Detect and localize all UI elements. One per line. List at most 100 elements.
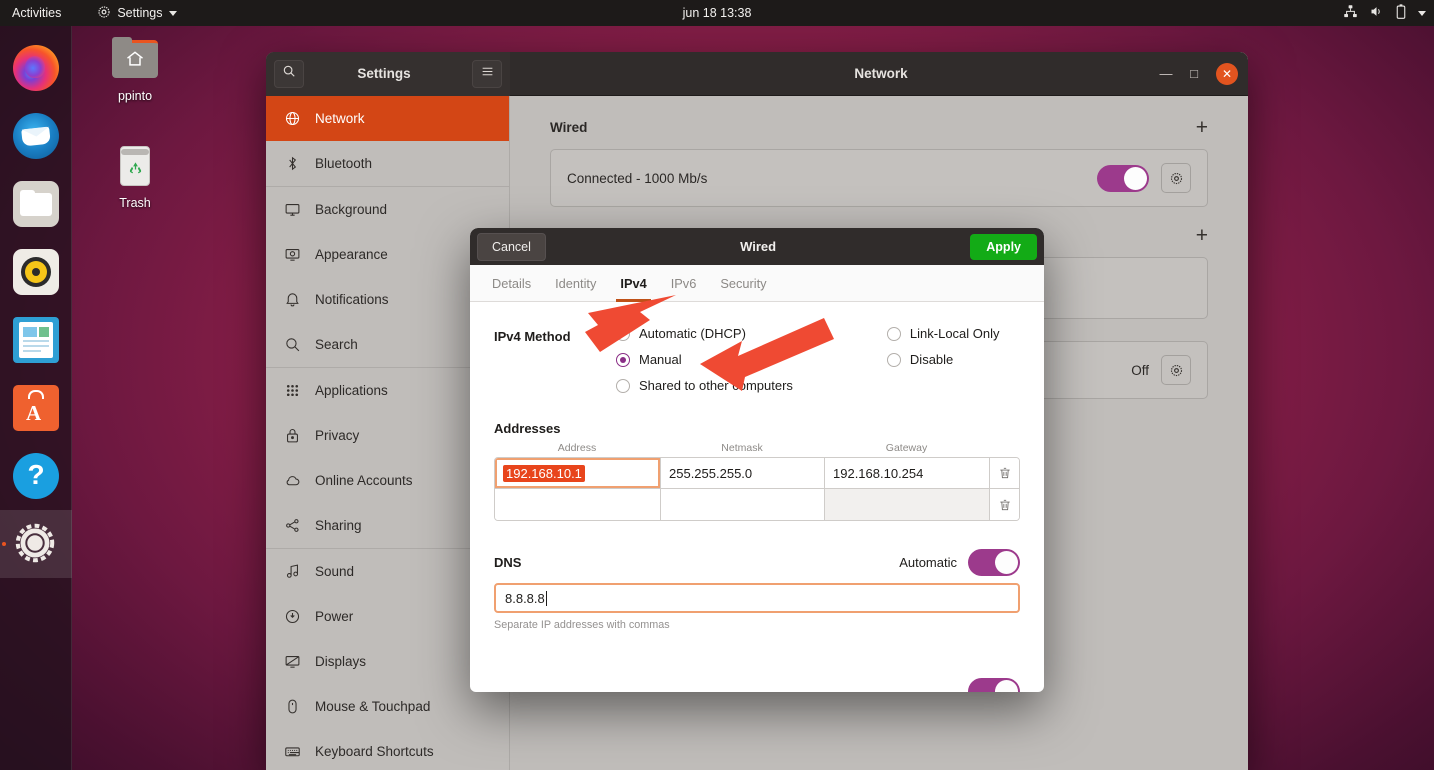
search-button[interactable] bbox=[274, 59, 304, 88]
sidebar-item-network[interactable]: Network bbox=[266, 96, 509, 141]
apply-button[interactable]: Apply bbox=[970, 233, 1037, 260]
app-menu-button[interactable]: Settings bbox=[97, 5, 177, 22]
radio-link-local-only[interactable]: Link-Local Only bbox=[886, 326, 1000, 341]
wired-settings-dialog: Cancel Wired Apply Details Identity IPv4 IP… bbox=[470, 228, 1044, 692]
radio-label: Link-Local Only bbox=[909, 326, 1000, 341]
sidebar-item-label: Background bbox=[315, 202, 388, 217]
gear-icon bbox=[97, 5, 111, 22]
network-wired-icon bbox=[1343, 4, 1358, 22]
radio-label: Disable bbox=[909, 352, 954, 367]
radio-automatic-dhcp[interactable]: Automatic (DHCP) bbox=[616, 326, 793, 341]
radio-label: Automatic (DHCP) bbox=[639, 326, 746, 341]
routes-automatic-toggle[interactable] bbox=[968, 678, 1020, 692]
help-icon: ? bbox=[13, 453, 59, 499]
dns-automatic-toggle[interactable] bbox=[968, 549, 1020, 576]
wired-section-header: Wired + bbox=[550, 117, 1208, 138]
sidebar-item-label: Search bbox=[315, 337, 358, 352]
window-titlebar: Settings Network — □ ✕ bbox=[266, 52, 1248, 96]
tab-ipv6[interactable]: IPv6 bbox=[671, 265, 697, 302]
desktop-icon-home-folder[interactable]: ppinto bbox=[92, 36, 178, 103]
power-icon bbox=[282, 607, 302, 627]
cancel-button[interactable]: Cancel bbox=[477, 232, 546, 261]
sidebar-item-label: Privacy bbox=[315, 428, 360, 443]
settings-gear-icon bbox=[13, 521, 59, 567]
tab-ipv4[interactable]: IPv4 bbox=[616, 265, 652, 302]
dns-automatic-label: Automatic bbox=[899, 555, 957, 570]
system-tray[interactable] bbox=[1343, 4, 1426, 22]
chevron-down-icon bbox=[168, 10, 177, 16]
dock-item-thunderbird[interactable] bbox=[0, 102, 72, 170]
ipv4-method-label: IPv4 Method bbox=[494, 329, 571, 344]
sidebar-item-background[interactable]: Background bbox=[266, 187, 509, 232]
column-header-gateway: Gateway bbox=[885, 442, 928, 454]
dns-input[interactable]: 8.8.8.8 bbox=[494, 583, 1020, 613]
sidebar-item-bluetooth[interactable]: Bluetooth bbox=[266, 141, 509, 186]
minimize-button[interactable]: — bbox=[1152, 60, 1180, 88]
menu-button[interactable] bbox=[472, 59, 502, 88]
dock-item-files[interactable] bbox=[0, 170, 72, 238]
gear-icon bbox=[1170, 172, 1182, 184]
delete-address-button[interactable] bbox=[990, 458, 1019, 488]
netmask-input[interactable] bbox=[661, 489, 825, 520]
selected-text: 192.168.10.1 bbox=[503, 464, 585, 482]
radio-indicator bbox=[616, 326, 630, 341]
share-icon bbox=[282, 516, 302, 536]
dock-item-ubuntu-software[interactable]: A bbox=[0, 374, 72, 442]
gateway-input[interactable]: 192.168.10.254 bbox=[825, 458, 990, 488]
desktop-icon-trash[interactable]: Trash bbox=[92, 143, 178, 210]
address-input[interactable]: 192.168.10.1 bbox=[495, 458, 661, 488]
clock[interactable]: jun 18 13:38 bbox=[0, 6, 1434, 20]
dock-item-rhythmbox[interactable] bbox=[0, 238, 72, 306]
radio-disable[interactable]: Disable bbox=[886, 352, 1000, 367]
bell-icon bbox=[282, 290, 302, 310]
netmask-input[interactable]: 255.255.255.0 bbox=[661, 458, 825, 488]
delete-address-button[interactable] bbox=[990, 489, 1019, 520]
volume-icon bbox=[1369, 4, 1384, 22]
chevron-down-icon[interactable] bbox=[1418, 10, 1426, 16]
radio-label: Manual bbox=[639, 352, 682, 367]
maximize-button[interactable]: □ bbox=[1180, 60, 1208, 88]
radio-shared-to-other-computers[interactable]: Shared to other computers bbox=[616, 378, 793, 393]
addresses-column-headers: Address Netmask Gateway bbox=[494, 442, 1020, 457]
ipv4-method-section: IPv4 Method Automatic (DHCP) Manual Shared… bbox=[494, 326, 1020, 393]
desktop-icon-label: ppinto bbox=[117, 89, 153, 103]
display-icon bbox=[282, 652, 302, 672]
close-button[interactable]: ✕ bbox=[1216, 62, 1238, 85]
keyboard-icon bbox=[282, 742, 302, 762]
tab-identity[interactable]: Identity bbox=[555, 265, 596, 302]
window-title-right: Network bbox=[854, 66, 908, 81]
dock-item-settings[interactable] bbox=[0, 510, 72, 578]
tab-details[interactable]: Details bbox=[492, 265, 531, 302]
radio-label: Shared to other computers bbox=[639, 378, 793, 393]
firefox-icon bbox=[13, 45, 59, 91]
trash-icon bbox=[107, 143, 163, 191]
column-header-address: Address bbox=[557, 442, 597, 454]
trash-icon bbox=[999, 467, 1010, 479]
gateway-input[interactable] bbox=[825, 489, 990, 520]
add-wired-button[interactable]: + bbox=[1196, 117, 1208, 138]
sidebar-item-label: Applications bbox=[315, 383, 388, 398]
dock-item-firefox[interactable] bbox=[0, 34, 72, 102]
wired-toggle[interactable] bbox=[1097, 164, 1149, 192]
activities-button[interactable]: Activities bbox=[12, 6, 61, 20]
address-input[interactable] bbox=[495, 489, 661, 520]
sidebar-item-keyboard-shortcuts[interactable]: Keyboard Shortcuts bbox=[266, 729, 509, 770]
add-second-button[interactable]: + bbox=[1196, 225, 1208, 246]
trash-icon bbox=[999, 499, 1010, 510]
dns-section: DNS Automatic 8.8.8.8 Separate IP addres… bbox=[494, 549, 1020, 631]
home-folder-icon bbox=[107, 36, 163, 84]
radio-manual[interactable]: Manual bbox=[616, 352, 793, 367]
dns-automatic-control: Automatic bbox=[899, 549, 1020, 576]
appearance-icon bbox=[282, 245, 302, 265]
address-row bbox=[495, 489, 1019, 520]
tab-security[interactable]: Security bbox=[720, 265, 766, 302]
search-icon bbox=[282, 335, 302, 355]
dock-item-help[interactable]: ? bbox=[0, 442, 72, 510]
third-settings-button[interactable] bbox=[1161, 355, 1191, 385]
wired-settings-button[interactable] bbox=[1161, 163, 1191, 193]
dock-item-libreoffice-writer[interactable] bbox=[0, 306, 72, 374]
dns-input-value: 8.8.8.8 bbox=[505, 590, 545, 606]
sidebar-item-label: Appearance bbox=[315, 247, 388, 262]
dock: A ? bbox=[0, 26, 72, 770]
off-label: Off bbox=[1131, 362, 1149, 378]
